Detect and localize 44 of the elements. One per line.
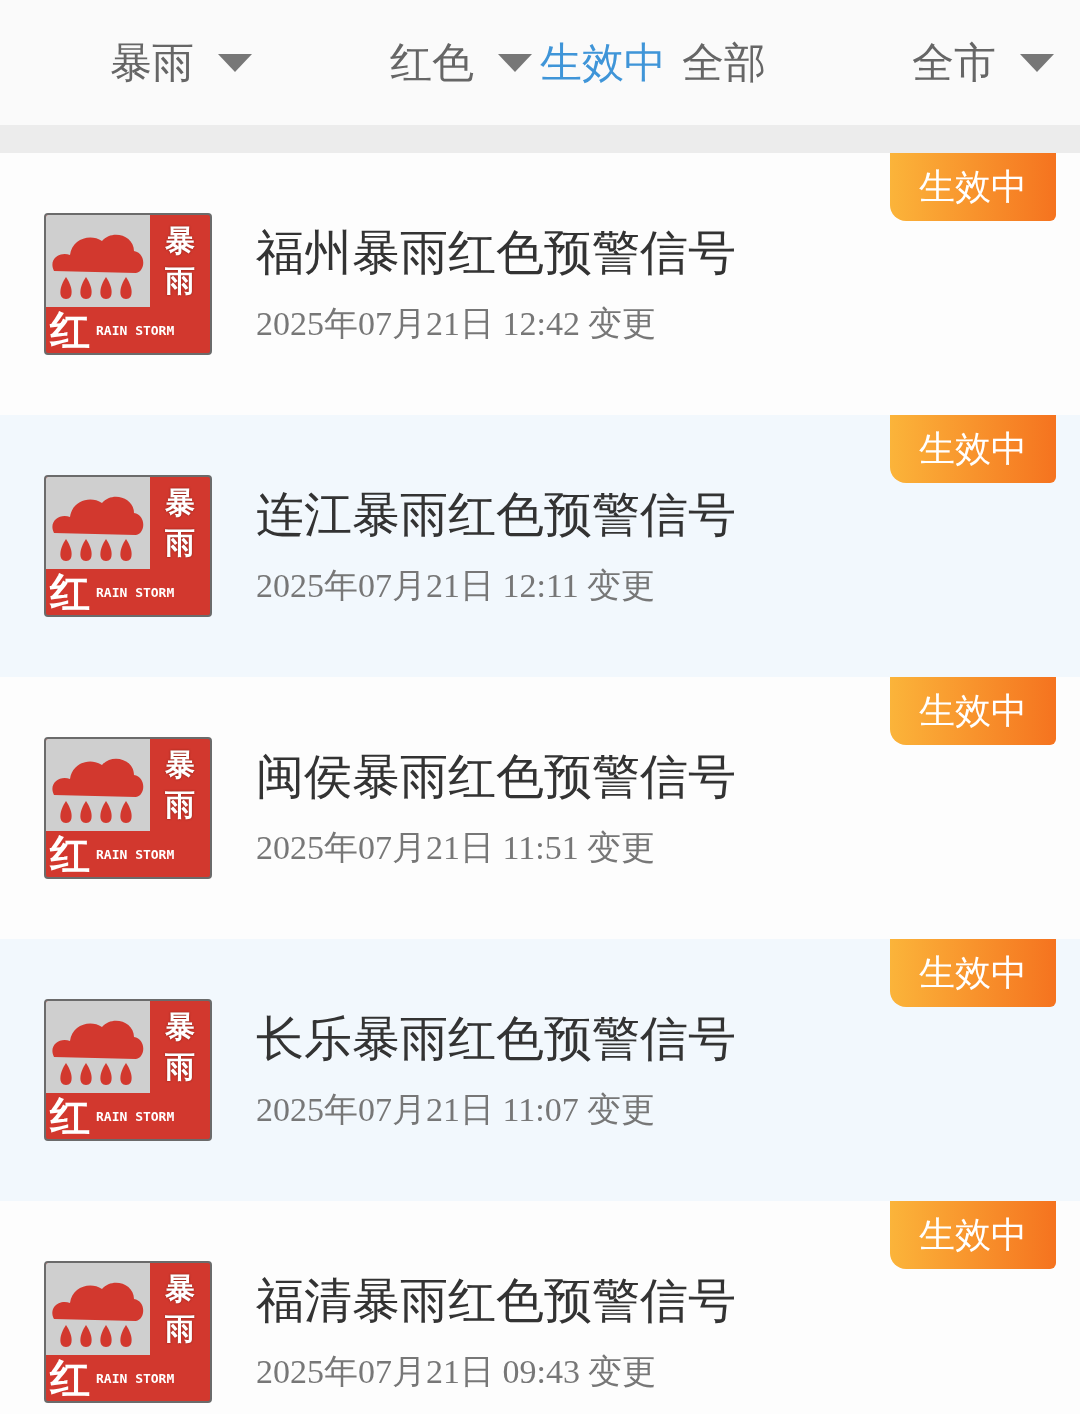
- cloud-rain-icon: [46, 1001, 150, 1093]
- warning-title: 福清暴雨红色预警信号: [256, 1271, 736, 1330]
- signal-english: RAIN STORM: [96, 322, 175, 338]
- warning-time: 2025年07月21日 11:51 变更: [256, 828, 657, 868]
- warning-time: 2025年07月21日 12:11 变更: [256, 566, 657, 606]
- signal-character: 暴: [165, 1008, 195, 1046]
- signal-english: RAIN STORM: [96, 846, 175, 862]
- cloud-rain-icon: [46, 215, 150, 307]
- cloud-rain-icon: [46, 477, 150, 569]
- warning-title: 长乐暴雨红色预警信号: [256, 1009, 736, 1068]
- signal-character: 雨: [165, 262, 195, 300]
- filter-dropdown[interactable]: 暴雨: [110, 34, 194, 91]
- cloud-rain-icon: [46, 1263, 150, 1355]
- signal-character: 雨: [165, 786, 195, 824]
- status-tab[interactable]: 全部: [682, 34, 766, 91]
- warning-time: 2025年07月21日 09:43 变更: [256, 1352, 658, 1392]
- status-badge: 生效中: [890, 677, 1056, 745]
- signal-level: 红: [50, 308, 90, 352]
- warning-title: 福州暴雨红色预警信号: [256, 223, 736, 282]
- filter-dropdown[interactable]: 红色: [390, 34, 474, 91]
- signal-english: RAIN STORM: [96, 584, 175, 600]
- status-badge: 生效中: [890, 939, 1056, 1007]
- signal-character: 雨: [165, 524, 195, 562]
- signal-character: 暴: [165, 1270, 195, 1308]
- signal-character: 暴: [165, 222, 195, 260]
- warning-time: 2025年07月21日 11:07 变更: [256, 1090, 657, 1130]
- status-badge: 生效中: [890, 415, 1056, 483]
- signal-character: 暴: [165, 484, 195, 522]
- status-badge: 生效中: [890, 1201, 1056, 1269]
- cloud-rain-icon: [46, 739, 150, 831]
- status-badge: 生效中: [890, 153, 1056, 221]
- signal-level: 红: [50, 1356, 90, 1400]
- signal-english: RAIN STORM: [96, 1108, 175, 1124]
- signal-level: 红: [50, 832, 90, 876]
- warning-time: 2025年07月21日 12:42 变更: [256, 304, 658, 344]
- signal-english: RAIN STORM: [96, 1370, 175, 1386]
- signal-level: 红: [50, 1094, 90, 1138]
- signal-character: 雨: [165, 1048, 195, 1086]
- filter-dropdown[interactable]: 全市: [912, 34, 996, 91]
- signal-level: 红: [50, 570, 90, 614]
- warning-title: 闽侯暴雨红色预警信号: [256, 747, 736, 806]
- signal-character: 暴: [165, 746, 195, 784]
- warning-title: 连江暴雨红色预警信号: [256, 485, 736, 544]
- signal-character: 雨: [165, 1310, 195, 1348]
